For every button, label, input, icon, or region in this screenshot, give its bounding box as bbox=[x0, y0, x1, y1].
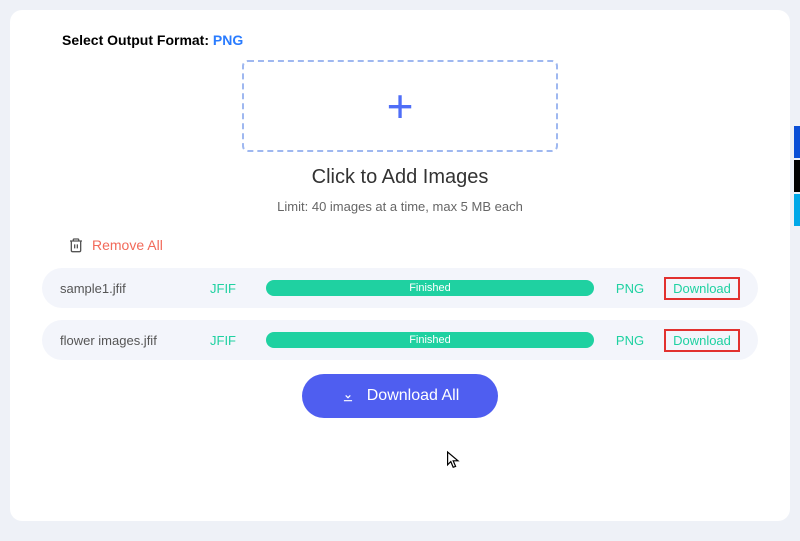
file-name: flower images.jfif bbox=[60, 333, 210, 348]
output-format-value[interactable]: PNG bbox=[213, 32, 243, 48]
progress-status: Finished bbox=[409, 282, 451, 294]
file-source-format: JFIF bbox=[210, 281, 266, 296]
file-source-format: JFIF bbox=[210, 333, 266, 348]
file-row: flower images.jfif JFIF Finished PNG Dow… bbox=[42, 320, 758, 360]
progress-status: Finished bbox=[409, 334, 451, 346]
remove-all-label[interactable]: Remove All bbox=[92, 237, 163, 253]
stripe-blue[interactable] bbox=[794, 126, 800, 158]
download-button[interactable]: Download bbox=[664, 277, 740, 300]
stripe-cyan[interactable] bbox=[794, 194, 800, 226]
plus-icon: + bbox=[387, 83, 414, 129]
download-button[interactable]: Download bbox=[664, 329, 740, 352]
download-icon bbox=[341, 389, 355, 403]
file-dest-format: PNG bbox=[602, 333, 658, 348]
download-all-button[interactable]: Download All bbox=[302, 374, 498, 418]
file-dest-format: PNG bbox=[602, 281, 658, 296]
trash-icon bbox=[68, 236, 84, 254]
dropzone-title: Click to Add Images bbox=[34, 166, 766, 189]
stripe-black[interactable] bbox=[794, 160, 800, 192]
dropzone[interactable]: + bbox=[242, 60, 558, 152]
dropzone-subtitle: Limit: 40 images at a time, max 5 MB eac… bbox=[34, 199, 766, 214]
output-format-row: Select Output Format: PNG bbox=[34, 32, 766, 48]
output-format-label: Select Output Format: bbox=[62, 32, 213, 48]
remove-all-row[interactable]: Remove All bbox=[34, 236, 766, 254]
converter-panel: Select Output Format: PNG + Click to Add… bbox=[10, 10, 790, 521]
download-all-label: Download All bbox=[367, 387, 460, 405]
progress-bar: Finished bbox=[266, 332, 594, 348]
file-name: sample1.jfif bbox=[60, 281, 210, 296]
file-row: sample1.jfif JFIF Finished PNG Download bbox=[42, 268, 758, 308]
progress-bar: Finished bbox=[266, 280, 594, 296]
sidebar-stripes bbox=[794, 126, 800, 226]
